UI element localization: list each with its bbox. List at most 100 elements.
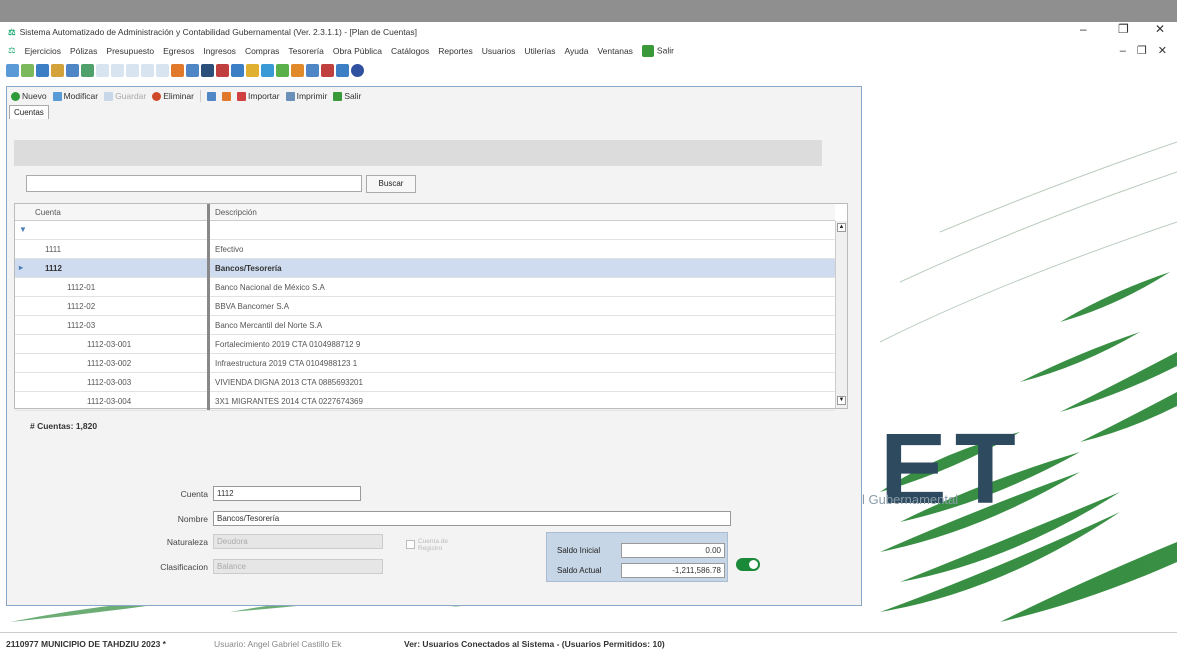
window-title: Sistema Automatizado de Administración y… <box>19 27 417 37</box>
importar-button[interactable]: Importar <box>236 91 280 101</box>
imprimir-button[interactable]: Imprimir <box>285 91 328 101</box>
menu-egresos[interactable]: Egresos <box>163 46 194 56</box>
menu-utilerias[interactable]: Utilerías <box>524 46 555 56</box>
saldo-inicial-field[interactable]: 0.00 <box>621 543 725 558</box>
table-row[interactable]: ▸ 1112 Bancos/Tesorería <box>15 259 835 278</box>
cell-descripcion: Banco Mercantil del Norte S.A <box>215 321 323 330</box>
help-icon[interactable] <box>351 63 364 77</box>
accounts-grid: Cuenta Descripción ▼ 1111 Efectivo ▸ 1112 Ban… <box>14 203 848 411</box>
maximize-button[interactable]: ❐ <box>1118 22 1129 36</box>
menu-ventanas[interactable]: Ventanas <box>597 46 632 56</box>
menu-ejercicios[interactable]: Ejercicios <box>25 46 61 56</box>
status-usuarios-conectados[interactable]: Ver: Usuarios Conectados al Sistema - (U… <box>404 639 665 649</box>
minimize-button[interactable]: – <box>1080 22 1087 36</box>
users-icon[interactable] <box>36 63 49 77</box>
calendar-icon[interactable] <box>66 63 79 77</box>
report-icon[interactable] <box>81 63 94 77</box>
menu-catalogos[interactable]: Catálogos <box>391 46 429 56</box>
window-icon-5[interactable] <box>156 63 169 77</box>
cell-cuenta: 1112 <box>45 264 62 273</box>
money-icon[interactable] <box>216 63 229 77</box>
menu-ayuda[interactable]: Ayuda <box>565 46 589 56</box>
table-row[interactable]: ▼ <box>15 221 835 240</box>
table-row[interactable]: 1112-02 BBVA Bancomer S.A <box>15 297 835 316</box>
tab-cuentas[interactable]: Cuentas <box>9 105 49 119</box>
guardar-label: Guardar <box>115 91 147 101</box>
scroll-down-arrow[interactable]: ▼ <box>837 396 846 405</box>
cell-cuenta: 1112-02 <box>67 302 96 311</box>
naturaleza-select[interactable]: Deudora <box>213 534 383 549</box>
scroll-up-arrow[interactable]: ▲ <box>837 223 846 232</box>
menu-obra-publica[interactable]: Obra Pública <box>333 46 382 56</box>
key-icon[interactable] <box>246 63 259 77</box>
menu-presupuesto[interactable]: Presupuesto <box>106 46 154 56</box>
modificar-label: Modificar <box>63 91 99 101</box>
search-input[interactable] <box>26 175 362 192</box>
tools-icon[interactable] <box>276 63 289 77</box>
modificar-button[interactable]: Modificar <box>52 91 99 101</box>
menu-usuarios[interactable]: Usuarios <box>482 46 516 56</box>
table-row[interactable]: 1112-03-003 VIVIENDA DIGNA 2013 CTA 08856… <box>15 373 835 392</box>
close-button[interactable]: ✕ <box>1155 22 1165 36</box>
chart-icon[interactable] <box>171 63 184 77</box>
menu-reportes[interactable]: Reportes <box>438 46 473 56</box>
mdi-app-icon: ⚖ <box>8 45 16 55</box>
column-cuenta[interactable]: Cuenta <box>35 208 61 217</box>
cuenta-registro-checkbox[interactable] <box>406 540 415 549</box>
settings-icon[interactable] <box>186 63 199 77</box>
search-people-icon[interactable] <box>291 63 304 77</box>
back-icon[interactable] <box>6 63 19 77</box>
table-row[interactable]: 1112-03-002 Infraestructura 2019 CTA 0104… <box>15 354 835 373</box>
cell-cuenta: 1112-03-001 <box>87 340 132 349</box>
menu-salir[interactable]: Salir <box>641 44 674 57</box>
add-icon <box>11 91 20 101</box>
edit-icon <box>52 91 62 101</box>
tree-icon[interactable] <box>306 63 319 77</box>
menu-ingresos[interactable]: Ingresos <box>203 46 236 56</box>
folder-icon[interactable] <box>51 63 64 77</box>
active-toggle[interactable] <box>736 558 760 571</box>
column-descripcion[interactable]: Descripción <box>215 208 257 217</box>
table-row[interactable]: 1112-03-001 Fortalecimiento 2019 CTA 0104… <box>15 335 835 354</box>
people-icon[interactable] <box>231 63 244 77</box>
eliminar-button[interactable]: Eliminar <box>152 91 194 101</box>
logo-text: ET <box>880 413 1024 525</box>
clasificacion-select[interactable]: Balance <box>213 559 383 574</box>
top-gray-bar <box>0 0 1177 22</box>
table-row[interactable]: 1112-03 Banco Mercantil del Norte S.A <box>15 316 835 335</box>
window-icon-3[interactable] <box>126 63 139 77</box>
nombre-field[interactable]: Bancos/Tesorería <box>213 511 731 526</box>
menu-compras[interactable]: Compras <box>245 46 279 56</box>
nombre-label: Nombre <box>177 514 208 524</box>
close-panel-icon[interactable] <box>221 91 231 101</box>
window-icon-4[interactable] <box>141 63 154 77</box>
save-icon[interactable] <box>336 63 349 77</box>
table-row[interactable]: 1112-01 Banco Nacional de México S.A <box>15 278 835 297</box>
document-icon[interactable] <box>21 63 34 77</box>
table-row[interactable]: 1111 Efectivo <box>15 240 835 259</box>
grid-scrollbar[interactable]: ▲ ▼ <box>835 221 847 408</box>
heart-icon[interactable] <box>321 63 334 77</box>
menu-tesoreria[interactable]: Tesorería <box>288 46 323 56</box>
mdi-window-controls[interactable]: – ❐ ✕ <box>1120 44 1171 57</box>
menu-bar: ⚖ Ejercicios Pólizas Presupuesto Egresos… <box>0 42 1177 59</box>
clasificacion-label: Clasificacion <box>160 562 208 572</box>
window-icon-1[interactable] <box>96 63 109 77</box>
salir-button[interactable]: Salir <box>333 91 361 101</box>
window-icon-2[interactable] <box>111 63 124 77</box>
cuenta-field[interactable]: 1112 <box>213 486 361 501</box>
delete-icon <box>152 91 162 101</box>
guardar-button[interactable]: Guardar <box>104 91 146 101</box>
building-icon[interactable] <box>201 63 214 77</box>
saldo-actual-field[interactable]: -1,211,586.78 <box>621 563 725 578</box>
grid-icon[interactable] <box>206 91 216 101</box>
table-row[interactable]: 1112-03-004 3X1 MIGRANTES 2014 CTA 022767… <box>15 392 835 411</box>
buscar-button[interactable]: Buscar <box>366 175 416 193</box>
nuevo-button[interactable]: Nuevo <box>11 91 47 101</box>
imprimir-label: Imprimir <box>296 91 328 101</box>
menu-polizas[interactable]: Pólizas <box>70 46 97 56</box>
cell-descripcion: Infraestructura 2019 CTA 0104988123 1 <box>215 359 358 368</box>
list-icon[interactable] <box>261 63 274 77</box>
status-municipio: 2110977 MUNICIPIO DE TAHDZIU 2023 * <box>6 638 166 649</box>
cell-cuenta: 1112-03-004 <box>87 397 132 406</box>
